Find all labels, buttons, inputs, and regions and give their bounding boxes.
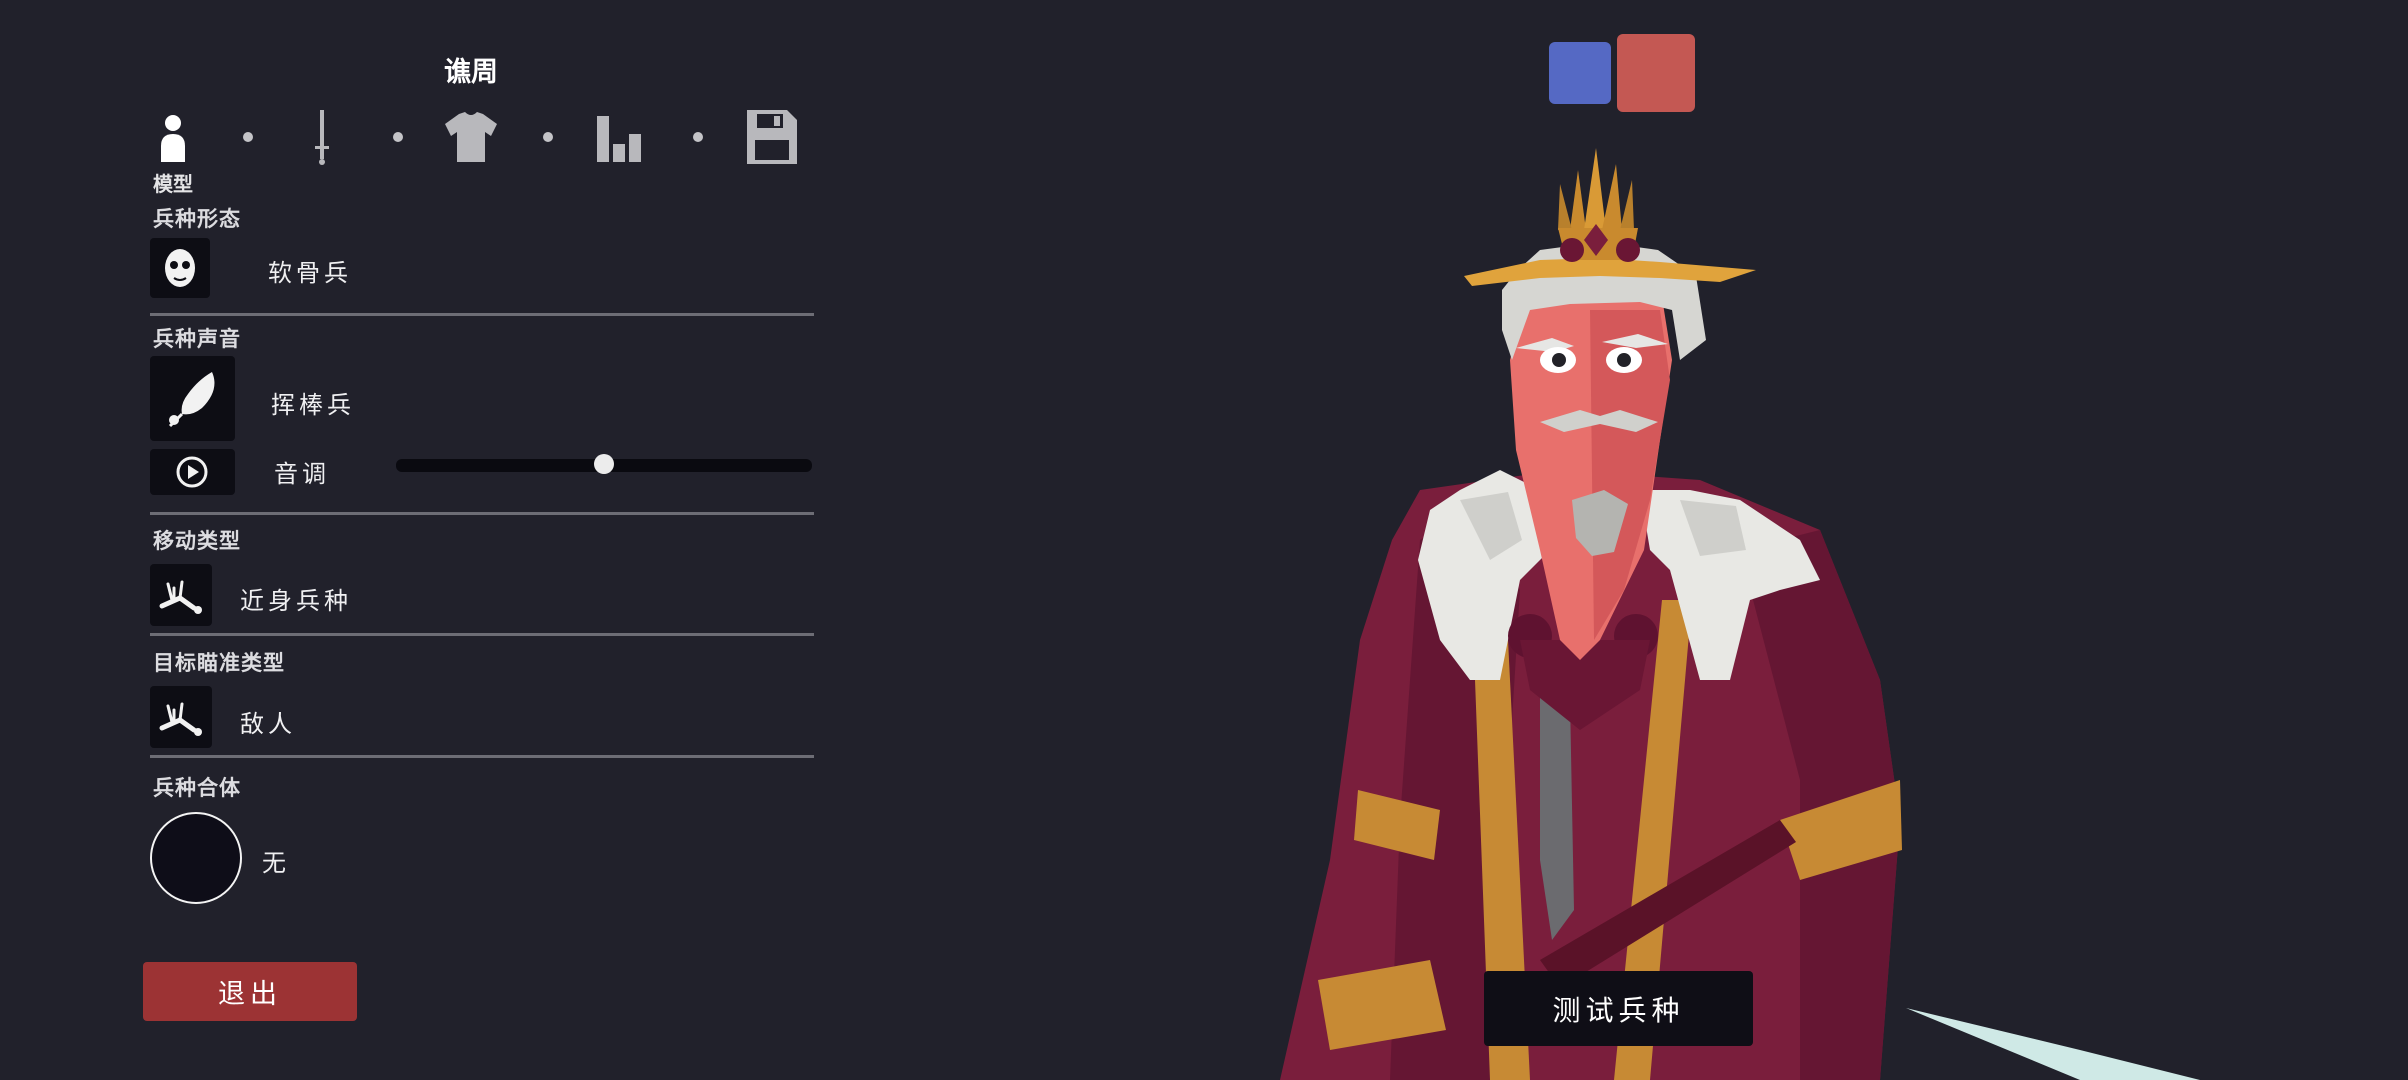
floppy-disk-icon [747, 110, 797, 164]
tab-separator-dot [543, 132, 553, 142]
pupil [1552, 353, 1566, 367]
section-divider [150, 313, 814, 316]
shirt-icon [445, 112, 497, 162]
tab-clothing[interactable] [441, 106, 501, 168]
test-unit-button[interactable]: 测试兵种 [1484, 971, 1753, 1046]
movement-type-label: 移动类型 [153, 529, 241, 553]
tab-separator-dot [393, 132, 403, 142]
fallen-unit-icon [159, 580, 202, 614]
tab-save[interactable] [741, 106, 801, 168]
bar-chart-icon [597, 116, 641, 162]
pitch-label: 音调 [274, 460, 330, 488]
tab-separator-dot [693, 132, 703, 142]
feather-icon [168, 372, 215, 428]
crown-spike [1570, 170, 1586, 230]
crown-spike [1558, 184, 1572, 230]
unit-preview-model [1280, 148, 2200, 1080]
tab-weapons[interactable] [292, 106, 352, 168]
person-icon [161, 115, 185, 162]
team-red-swatch[interactable] [1617, 34, 1695, 112]
unit-body-value: 软骨兵 [268, 259, 352, 287]
unit-name-title: 谯周 [444, 57, 498, 88]
targeting-type-label: 目标瞄准类型 [153, 651, 285, 675]
tab-stats[interactable] [591, 106, 651, 168]
tab-model-label: 模型 [153, 172, 193, 196]
sword-blade [1906, 1008, 2200, 1080]
section-divider [150, 755, 814, 758]
unit-body-selector[interactable] [150, 238, 210, 298]
crown-gem [1560, 238, 1584, 262]
unit-body-label: 兵种形态 [153, 207, 241, 231]
crown-gem [1616, 238, 1640, 262]
pitch-slider-thumb[interactable] [594, 454, 614, 474]
section-divider [150, 633, 814, 636]
tab-model[interactable] [143, 106, 203, 168]
unit-combine-selector[interactable] [150, 812, 242, 904]
targeting-type-value: 敌人 [240, 710, 296, 738]
fallen-unit-icon [159, 702, 202, 736]
unit-combine-value: 无 [262, 849, 290, 877]
exit-button[interactable]: 退出 [143, 962, 357, 1021]
unit-voice-label: 兵种声音 [153, 327, 241, 351]
skull-mask-icon [165, 249, 195, 287]
crown-spike [1584, 148, 1606, 230]
crown-spike [1602, 164, 1622, 230]
movement-type-selector[interactable] [150, 564, 212, 626]
sword-icon [315, 110, 329, 165]
team-blue-swatch[interactable] [1549, 42, 1611, 104]
unit-combine-label: 兵种合体 [153, 776, 241, 800]
targeting-type-selector[interactable] [150, 686, 212, 748]
play-circle-icon [176, 456, 208, 488]
tab-separator-dot [243, 132, 253, 142]
unit-voice-selector[interactable] [150, 356, 235, 441]
movement-type-value: 近身兵种 [240, 587, 352, 615]
unit-voice-value: 挥棒兵 [271, 391, 355, 419]
play-voice-button[interactable] [150, 449, 235, 495]
crown-spike [1620, 180, 1634, 230]
section-divider [150, 512, 814, 515]
pupil [1617, 353, 1631, 367]
